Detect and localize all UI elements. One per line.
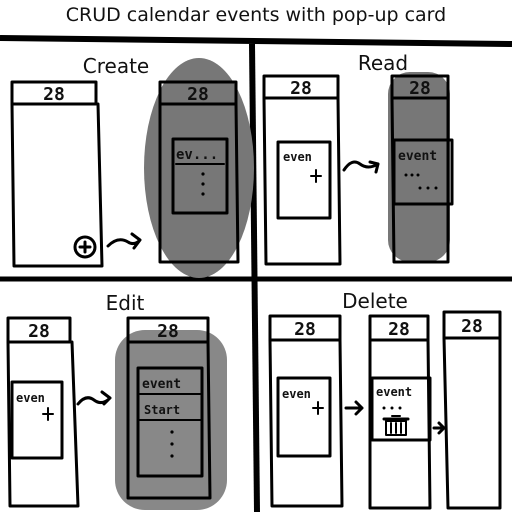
day-column-read-after: 28 event — [388, 72, 454, 264]
date-number: 28 — [409, 78, 431, 99]
date-number: 28 — [187, 84, 209, 105]
event-block-text: even — [283, 150, 312, 164]
day-column-edit-after: 28 event Start — [115, 316, 227, 510]
popup-card-text: event — [142, 377, 181, 392]
panel-create: Create 28 28 ev... — [10, 54, 254, 278]
panel-label-create: Create — [83, 54, 149, 78]
day-column-edit-before: 28 even — [6, 316, 80, 508]
day-column-create-after: 28 ev... — [144, 58, 254, 278]
popup-card: event — [370, 376, 432, 442]
popup-card-text: event — [398, 149, 437, 164]
day-column-read-before: 28 even — [262, 74, 342, 266]
date-number: 28 — [290, 78, 312, 99]
popup-card-text: event — [376, 385, 412, 399]
arrow-icon — [344, 400, 364, 416]
panel-label-read: Read — [358, 51, 408, 75]
event-block: even — [10, 380, 64, 460]
date-number: 28 — [157, 321, 179, 342]
date-number: 28 — [388, 319, 410, 340]
trash-icon — [382, 415, 410, 436]
add-icon — [73, 235, 97, 259]
day-column-delete-before: 28 even — [268, 314, 344, 508]
arrow-icon — [432, 421, 446, 435]
event-block-text: even — [282, 387, 311, 401]
date-number: 28 — [43, 84, 65, 105]
date-number: 28 — [294, 319, 316, 340]
panel-label-delete: Delete — [342, 289, 408, 313]
arrow-icon — [76, 390, 112, 406]
event-block: even — [276, 140, 332, 220]
popup-card-text: ev... — [176, 147, 218, 163]
event-block: even — [276, 376, 332, 458]
arrow-icon — [342, 160, 380, 174]
panel-label-edit: Edit — [106, 291, 145, 315]
panel-delete: Delete 28 even 28 event 28 — [268, 289, 502, 510]
panel-read: Read 28 even 28 event — [262, 51, 454, 266]
panel-edit: Edit 28 even 28 event Start — [6, 291, 227, 510]
day-column-delete-during: 28 event — [368, 314, 432, 510]
arrow-icon — [106, 232, 142, 250]
event-block-text: even — [16, 391, 45, 405]
storyboard-panels: Create 28 28 ev... Read 28 even 28 event… — [0, 35, 512, 512]
date-number: 28 — [461, 316, 483, 337]
day-column-create-before: 28 — [10, 80, 104, 268]
day-column-delete-after: 28 — [442, 310, 502, 510]
storyboard: CRUD calendar events with pop-up card Cr… — [0, 0, 512, 512]
date-number: 28 — [28, 321, 50, 342]
popup-card-start-field: Start — [144, 403, 180, 417]
